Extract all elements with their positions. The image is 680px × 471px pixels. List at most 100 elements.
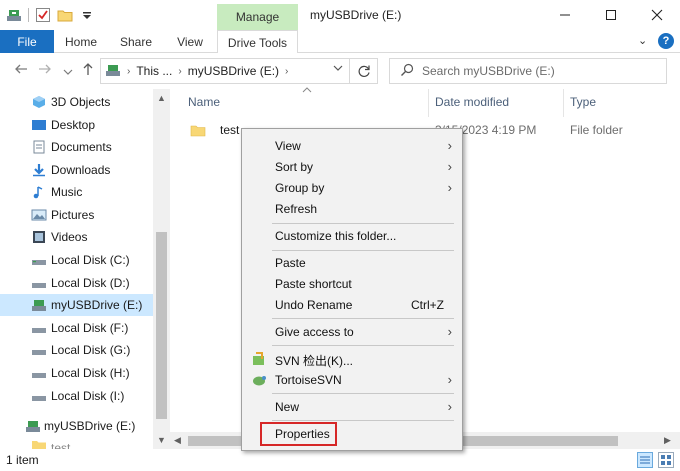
item-count: 1 item [6,453,39,467]
forward-arrow-icon[interactable] [38,62,52,79]
drive-app-icon[interactable] [6,7,22,23]
nav-vertical-scrollbar[interactable]: ▲ ▼ [153,89,170,449]
new-folder-icon[interactable] [57,7,73,23]
menu-item-group-by[interactable]: Group by › [242,177,462,199]
details-view-icon[interactable] [637,452,653,468]
chevron-right-icon[interactable]: › [285,66,288,77]
tab-view[interactable]: View [168,30,212,53]
window-title: myUSBDrive (E:) [310,8,402,22]
nav-item-local-disk-c[interactable]: Local Disk (C:) [0,249,153,271]
menu-item-new[interactable]: New › [242,396,462,418]
menu-item-paste-shortcut[interactable]: Paste shortcut [242,273,462,295]
ribbon-collapse-icon[interactable]: ⌄ [638,34,647,47]
menu-item-label: Sort by [275,160,314,174]
breadcrumb-this-pc[interactable]: This ... [136,64,172,78]
navigation-bar: › This ... › myUSBDrive (E:) › Search my… [0,53,680,89]
nav-item-music[interactable]: Music [0,181,153,203]
menu-item-label: Undo Rename [275,298,353,312]
nav-item-label: Local Disk (F:) [51,321,129,335]
scrollbar-thumb[interactable] [156,232,167,419]
scroll-up-icon[interactable]: ▲ [157,93,166,103]
menu-item-shortcut: Ctrl+Z [411,298,444,312]
nav-item-label: Documents [51,140,112,154]
address-bar[interactable]: › This ... › myUSBDrive (E:) › [100,58,378,84]
nav-item-label: Downloads [51,163,111,177]
quick-access-toolbar [6,7,95,23]
scroll-right-icon[interactable]: ▶ [664,435,671,446]
customize-toolbar-icon[interactable] [79,7,95,23]
menu-item-label: SVN 检出(K)... [275,354,354,368]
menu-item-view[interactable]: View › [242,135,462,157]
search-box[interactable]: Search myUSBDrive (E:) [389,58,667,84]
menu-separator [272,345,454,346]
close-button[interactable] [634,0,680,30]
nav-item-pictures[interactable]: Pictures [0,204,153,226]
minimize-button[interactable] [542,0,588,30]
nav-item-local-disk-i[interactable]: Local Disk (I:) [0,385,153,407]
up-arrow-icon[interactable] [81,62,95,79]
chevron-right-icon[interactable]: › [178,66,181,77]
menu-item-label: New [275,400,300,414]
documents-icon [33,140,45,154]
menu-item-svn-checkout[interactable]: SVN 检出(K)... [242,348,462,370]
back-arrow-icon[interactable] [14,62,28,79]
scroll-left-icon[interactable]: ◀ [174,435,181,446]
refresh-button[interactable] [349,59,377,83]
chevron-right-icon: › [447,159,452,174]
chevron-right-icon: › [447,324,452,339]
properties-check-icon[interactable] [35,7,51,23]
nav-item-local-disk-h[interactable]: Local Disk (H:) [0,362,153,384]
nav-item-label: Music [51,185,83,199]
nav-item-documents[interactable]: Documents [0,136,153,158]
menu-item-customize-folder[interactable]: Customize this folder... [242,225,462,247]
chevron-right-icon: › [447,399,452,414]
column-divider[interactable] [428,89,429,117]
column-divider[interactable] [563,89,564,117]
nav-item-videos[interactable]: Videos [0,226,153,248]
status-bar: 1 item [0,449,680,471]
close-icon [651,9,663,21]
menu-item-refresh[interactable]: Refresh [242,198,462,220]
tab-home[interactable]: Home [58,30,104,53]
context-menu: View › Sort by › Group by › Refresh Cust… [241,128,463,451]
nav-item-local-disk-g[interactable]: Local Disk (G:) [0,339,153,361]
column-header-type[interactable]: Type [570,95,596,109]
menu-item-label: Give access to [275,325,354,339]
column-header-date[interactable]: Date modified [435,95,509,109]
search-input[interactable]: Search myUSBDrive (E:) [422,64,555,78]
nav-item-usb-drive-e[interactable]: myUSBDrive (E:) [0,294,153,316]
nav-item-downloads[interactable]: Downloads [0,159,153,181]
chevron-right-icon[interactable]: › [127,66,130,77]
nav-item-3d-objects[interactable]: 3D Objects [0,91,153,113]
manage-tab[interactable]: Manage [217,4,298,30]
maximize-button[interactable] [588,0,634,30]
menu-item-undo-rename[interactable]: Undo Rename Ctrl+Z [242,294,462,316]
menu-item-give-access[interactable]: Give access to › [242,321,462,343]
tab-drive-tools[interactable]: Drive Tools [217,30,298,54]
nav-item-label: myUSBDrive (E:) [44,419,136,433]
menu-separator [272,250,454,251]
nav-item-label: myUSBDrive (E:) [51,298,143,312]
menu-item-tortoisesvn[interactable]: TortoiseSVN › [242,369,462,391]
nav-item-label: Local Disk (I:) [51,389,125,403]
large-icons-view-icon[interactable] [658,452,674,468]
tab-file[interactable]: File [0,30,54,53]
menu-item-label: TortoiseSVN [275,373,342,387]
tab-share[interactable]: Share [112,30,160,53]
menu-item-paste[interactable]: Paste [242,252,462,274]
nav-item-usb-drive-root[interactable]: myUSBDrive (E:) [0,415,153,437]
svn-checkout-icon [253,352,264,365]
breadcrumb-drive[interactable]: myUSBDrive (E:) [188,64,279,78]
recent-locations-icon[interactable] [63,64,73,80]
column-header-name[interactable]: Name [188,95,220,109]
nav-item-test-partial[interactable]: test [0,437,153,449]
menu-item-sort-by[interactable]: Sort by › [242,156,462,178]
scroll-down-icon[interactable]: ▼ [157,435,166,445]
nav-item-local-disk-f[interactable]: Local Disk (F:) [0,317,153,339]
menu-separator [272,393,454,394]
usb-drive-icon [32,300,46,311]
address-dropdown-icon[interactable] [333,63,343,76]
help-icon[interactable]: ? [658,33,674,49]
nav-item-desktop[interactable]: Desktop [0,114,153,136]
nav-item-local-disk-d[interactable]: Local Disk (D:) [0,272,153,294]
